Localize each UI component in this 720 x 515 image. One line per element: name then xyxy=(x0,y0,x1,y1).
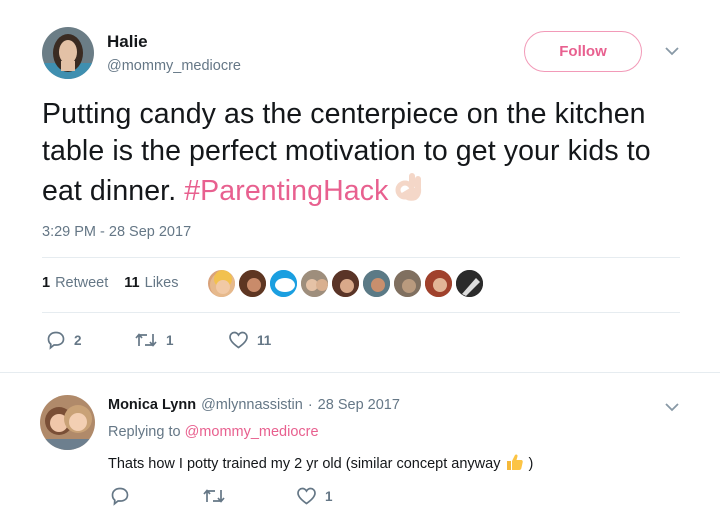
liker-avatar[interactable] xyxy=(330,268,361,299)
like-action[interactable]: 11 xyxy=(228,330,271,350)
replying-to: Replying to @mommy_mediocre xyxy=(108,424,319,440)
liker-avatar[interactable] xyxy=(361,268,392,299)
reply-text-main: Thats how I potty trained my 2 yr old (s… xyxy=(108,456,501,472)
liker-avatar[interactable] xyxy=(268,268,299,299)
author-name[interactable]: Halie xyxy=(107,32,148,52)
reply-action[interactable]: 2 xyxy=(46,330,82,350)
retweet-count: 1 xyxy=(42,275,51,291)
replying-to-mention[interactable]: @mommy_mediocre xyxy=(185,424,319,440)
author-avatar-image xyxy=(42,27,94,79)
tweet-timestamp[interactable]: 3:29 PM - 28 Sep 2017 xyxy=(42,224,191,240)
reply-separator: · xyxy=(307,397,313,413)
tweet-text: Putting candy as the centerpiece on the … xyxy=(42,96,692,214)
retweet-icon xyxy=(135,333,157,347)
thumbs-up-emoji-icon xyxy=(504,452,524,476)
divider xyxy=(42,312,680,313)
replying-prefix: Replying to xyxy=(108,424,181,440)
tweet-stats: 1 Retweet 11 Likes xyxy=(42,275,188,291)
author-avatar[interactable] xyxy=(42,27,94,79)
heart-icon xyxy=(229,331,248,349)
reply-text-end: ) xyxy=(528,456,534,472)
heart-icon xyxy=(297,487,316,505)
reply-like-count: 1 xyxy=(325,488,333,504)
likes-stat-label: Likes xyxy=(144,275,179,291)
liker-avatar[interactable] xyxy=(454,268,485,299)
chevron-down-icon[interactable] xyxy=(664,400,680,418)
liker-avatar[interactable] xyxy=(423,268,454,299)
like-action-count: 11 xyxy=(257,332,272,348)
reply-reply-action[interactable] xyxy=(110,486,130,506)
reply-author-avatar[interactable] xyxy=(40,395,95,450)
retweet-icon xyxy=(203,489,225,503)
divider xyxy=(0,372,720,373)
liker-avatar[interactable] xyxy=(392,268,423,299)
reply-text: Thats how I potty trained my 2 yr old (s… xyxy=(108,452,533,476)
reply-retweet-action[interactable] xyxy=(202,486,226,506)
likes-stat[interactable]: 11 Likes xyxy=(124,275,178,291)
ok-hand-emoji-icon xyxy=(394,170,424,214)
liker-avatar[interactable] xyxy=(206,268,237,299)
reply-like-action[interactable]: 1 xyxy=(296,486,333,506)
follow-button[interactable]: Follow xyxy=(524,31,642,72)
reply-header: Monica Lynn @mlynnassistin · 28 Sep 2017 xyxy=(108,397,400,413)
retweet-action-count: 1 xyxy=(166,332,174,348)
retweet-stat-label: Retweet xyxy=(55,275,109,291)
reply-icon xyxy=(47,331,65,350)
reply-date[interactable]: 28 Sep 2017 xyxy=(318,397,400,413)
reply-count: 2 xyxy=(74,332,82,348)
divider xyxy=(42,257,680,258)
reply-author-handle[interactable]: @mlynnassistin xyxy=(201,397,303,413)
liker-avatars xyxy=(206,268,485,299)
reply-author-name[interactable]: Monica Lynn xyxy=(108,397,196,413)
liker-avatar[interactable] xyxy=(237,268,268,299)
reply-author-avatar-image xyxy=(40,395,95,450)
author-handle[interactable]: @mommy_mediocre xyxy=(107,58,241,74)
chevron-down-icon[interactable] xyxy=(664,44,680,62)
hashtag-link[interactable]: #ParentingHack xyxy=(184,175,388,207)
retweet-action[interactable]: 1 xyxy=(134,330,174,350)
reply-icon xyxy=(111,487,129,506)
liker-avatar[interactable] xyxy=(299,268,330,299)
likes-count: 11 xyxy=(124,275,140,291)
retweet-stat[interactable]: 1 Retweet xyxy=(42,275,108,291)
